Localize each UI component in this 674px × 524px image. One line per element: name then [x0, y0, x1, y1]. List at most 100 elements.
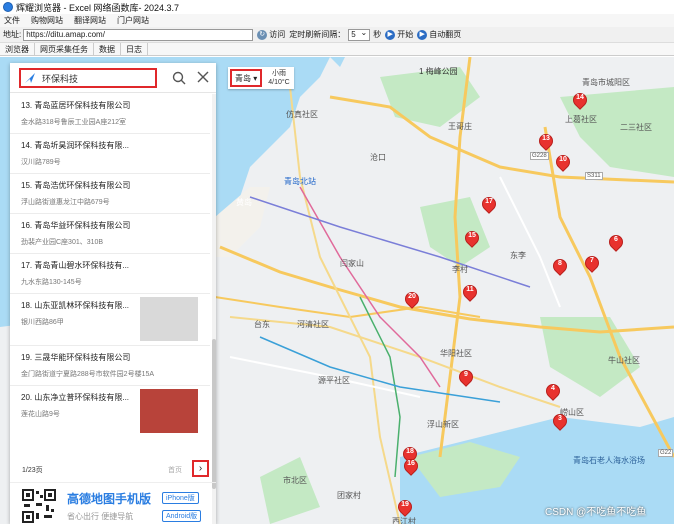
- start-label: 开始: [397, 30, 414, 39]
- road-shield: S311: [585, 172, 603, 180]
- map-pin[interactable]: 3: [550, 411, 570, 431]
- road-shield: G228: [530, 152, 549, 160]
- map-pin[interactable]: 14: [570, 90, 590, 110]
- play-icon: ▶: [385, 29, 396, 40]
- start-button[interactable]: ▶ 开始: [385, 29, 413, 40]
- map-label: 上葛社区: [565, 115, 597, 124]
- result-name[interactable]: 15. 青岛浩优环保科技有限公司: [21, 180, 210, 191]
- tab-log[interactable]: 日志: [121, 42, 148, 56]
- search-query: 环保科技: [42, 73, 79, 84]
- menu-shopping-sites[interactable]: 购物网站: [31, 15, 63, 26]
- app-download-banner: 高德地图手机版 省心出行 便捷导航 iPhone版 Android版: [10, 482, 216, 524]
- city-selector[interactable]: 青岛 ▾: [230, 69, 263, 87]
- search-input[interactable]: 环保科技: [19, 68, 157, 88]
- navigation-arrow-icon: [25, 73, 35, 83]
- map-label: 河清社区: [297, 320, 329, 329]
- result-photo[interactable]: [140, 297, 198, 341]
- map-label: 闫家山: [340, 259, 364, 268]
- map-pin[interactable]: 17: [479, 194, 499, 214]
- map-label: 青岛市城阳区: [582, 78, 630, 87]
- interval-select[interactable]: 5: [348, 28, 371, 41]
- map-label: 牛山社区: [608, 356, 640, 365]
- weather-temperature: 4/10°C: [268, 79, 290, 86]
- map-label: 华阳社区: [440, 349, 472, 358]
- address-toolbar: 地址: https://ditu.amap.com/ ↻ 访问 定时刷新间隔： …: [0, 27, 674, 43]
- result-name[interactable]: 16. 青岛华益环保科技有限公司: [21, 220, 210, 231]
- address-label: 地址:: [3, 30, 22, 39]
- list-item[interactable]: 14. 青岛圻昊润环保科技有限... 汉川路789号: [10, 134, 210, 174]
- map-pin[interactable]: 8: [550, 256, 570, 276]
- title-bar: 辉耀浏览器 - Excel 网络函数库- 2024.3.7: [0, 0, 674, 14]
- map-label: 仿真社区: [286, 110, 318, 119]
- result-name[interactable]: 13. 青岛蓝居环保科技有限公司: [21, 100, 210, 111]
- map-label: 黄岛: [236, 198, 252, 207]
- timer-label: 定时刷新间隔：: [289, 30, 346, 39]
- tab-data[interactable]: 数据: [94, 42, 121, 56]
- map-pin[interactable]: 9: [456, 367, 476, 387]
- visit-button[interactable]: ↻ 访问: [257, 29, 285, 40]
- visit-label: 访问: [269, 30, 286, 39]
- result-address: 金水路318号鲁辰工业园A座212室: [21, 119, 127, 126]
- map-pin[interactable]: 15: [462, 228, 482, 248]
- result-name[interactable]: 19. 三晟华能环保科技有限公司: [21, 352, 210, 363]
- map-label: 二三社区: [620, 123, 652, 132]
- map-label: 东李: [510, 251, 526, 260]
- menu-file[interactable]: 文件: [4, 15, 20, 26]
- map-label: 沧口: [370, 153, 386, 162]
- auto-page-button[interactable]: ▶ 自动翻页: [417, 29, 461, 40]
- watermark: CSDN @不吃鱼不吃鱼: [545, 507, 647, 518]
- map-pin[interactable]: 7: [582, 253, 602, 273]
- result-name[interactable]: 14. 青岛圻昊润环保科技有限...: [21, 140, 210, 151]
- list-item[interactable]: 15. 青岛浩优环保科技有限公司 浮山路街道惠龙江中路679号: [10, 174, 210, 214]
- map-pin[interactable]: 10: [553, 152, 573, 172]
- window-title: 辉耀浏览器 - Excel 网络函数库- 2024.3.7: [16, 2, 180, 13]
- close-icon[interactable]: [197, 71, 209, 83]
- search-results-panel: 环保科技 13. 青岛蓝居环保科技有限公司 金水路318号鲁辰工业园A座212室 …: [10, 63, 216, 524]
- search-icon[interactable]: [172, 71, 186, 85]
- map-pin[interactable]: 13: [536, 131, 556, 151]
- result-name[interactable]: 20. 山东净立普环保科技有限...: [21, 392, 139, 403]
- result-name[interactable]: 17. 青岛青山碧水环保科技有...: [21, 260, 210, 271]
- banner-title: 高德地图手机版: [67, 492, 152, 506]
- pagination: 1/23页 首页 ›: [10, 460, 216, 482]
- menu-bar: 文件 购物网站 翻译网站 门户网站: [0, 14, 674, 27]
- search-row: 环保科技: [10, 63, 216, 93]
- map-pin[interactable]: 11: [460, 282, 480, 302]
- tab-browser[interactable]: 浏览器: [0, 42, 35, 56]
- qr-code-icon: [22, 489, 56, 523]
- tab-bar: 浏览器 网页采集任务 数据 日志: [0, 42, 674, 56]
- map-label: 台东: [254, 320, 270, 329]
- map-pin[interactable]: 20: [402, 289, 422, 309]
- android-download-link[interactable]: Android版: [162, 510, 202, 522]
- list-item[interactable]: 19. 三晟华能环保科技有限公司 金门路街道宁夏路288号市软件园2号楼15A: [10, 346, 210, 386]
- seconds-label: 秒: [373, 30, 382, 39]
- result-address: 劲裴产业园C座301、310B: [21, 239, 104, 246]
- map-pin[interactable]: 4: [543, 381, 563, 401]
- list-item[interactable]: 13. 青岛蓝居环保科技有限公司金水路318号鲁辰工业园A座212室: [10, 94, 210, 134]
- tab-scrape-tasks[interactable]: 网页采集任务: [35, 42, 94, 56]
- map-label: 浮山新区: [427, 420, 459, 429]
- menu-portal-sites[interactable]: 门户网站: [117, 15, 149, 26]
- weather-info: 小雨 4/10°C: [264, 69, 293, 87]
- list-item[interactable]: 16. 青岛华益环保科技有限公司劲裴产业园C座301、310B: [10, 214, 210, 254]
- next-page-button[interactable]: ›: [192, 460, 209, 477]
- map-label: 市北区: [283, 476, 307, 485]
- list-item[interactable]: 18. 山东亚凯林环保科技有限... 银川西路86甲: [10, 294, 210, 346]
- map-pin[interactable]: 19: [395, 497, 415, 517]
- map-pin[interactable]: 6: [606, 232, 626, 252]
- browser-logo-icon: [3, 2, 13, 12]
- first-page-button[interactable]: 首页: [168, 465, 182, 475]
- result-name[interactable]: 18. 山东亚凯林环保科技有限...: [21, 300, 139, 311]
- menu-translate-sites[interactable]: 翻译网站: [74, 15, 106, 26]
- map-label: 青岛石老人海水浴场: [573, 456, 645, 465]
- iphone-download-link[interactable]: iPhone版: [162, 492, 199, 504]
- map-pin[interactable]: 16: [401, 456, 421, 476]
- result-address: 汉川路789号: [21, 159, 61, 166]
- url-input[interactable]: https://ditu.amap.com/: [23, 28, 254, 41]
- map-label: 王哥庄: [448, 122, 472, 131]
- list-item[interactable]: 17. 青岛青山碧水环保科技有... 九水东路130-145号: [10, 254, 210, 294]
- list-item[interactable]: 20. 山东净立普环保科技有限... 莲花山路9号: [10, 386, 210, 438]
- result-photo[interactable]: [140, 389, 198, 433]
- road-shield: G22: [658, 449, 674, 457]
- map-label: 西江村: [392, 517, 416, 524]
